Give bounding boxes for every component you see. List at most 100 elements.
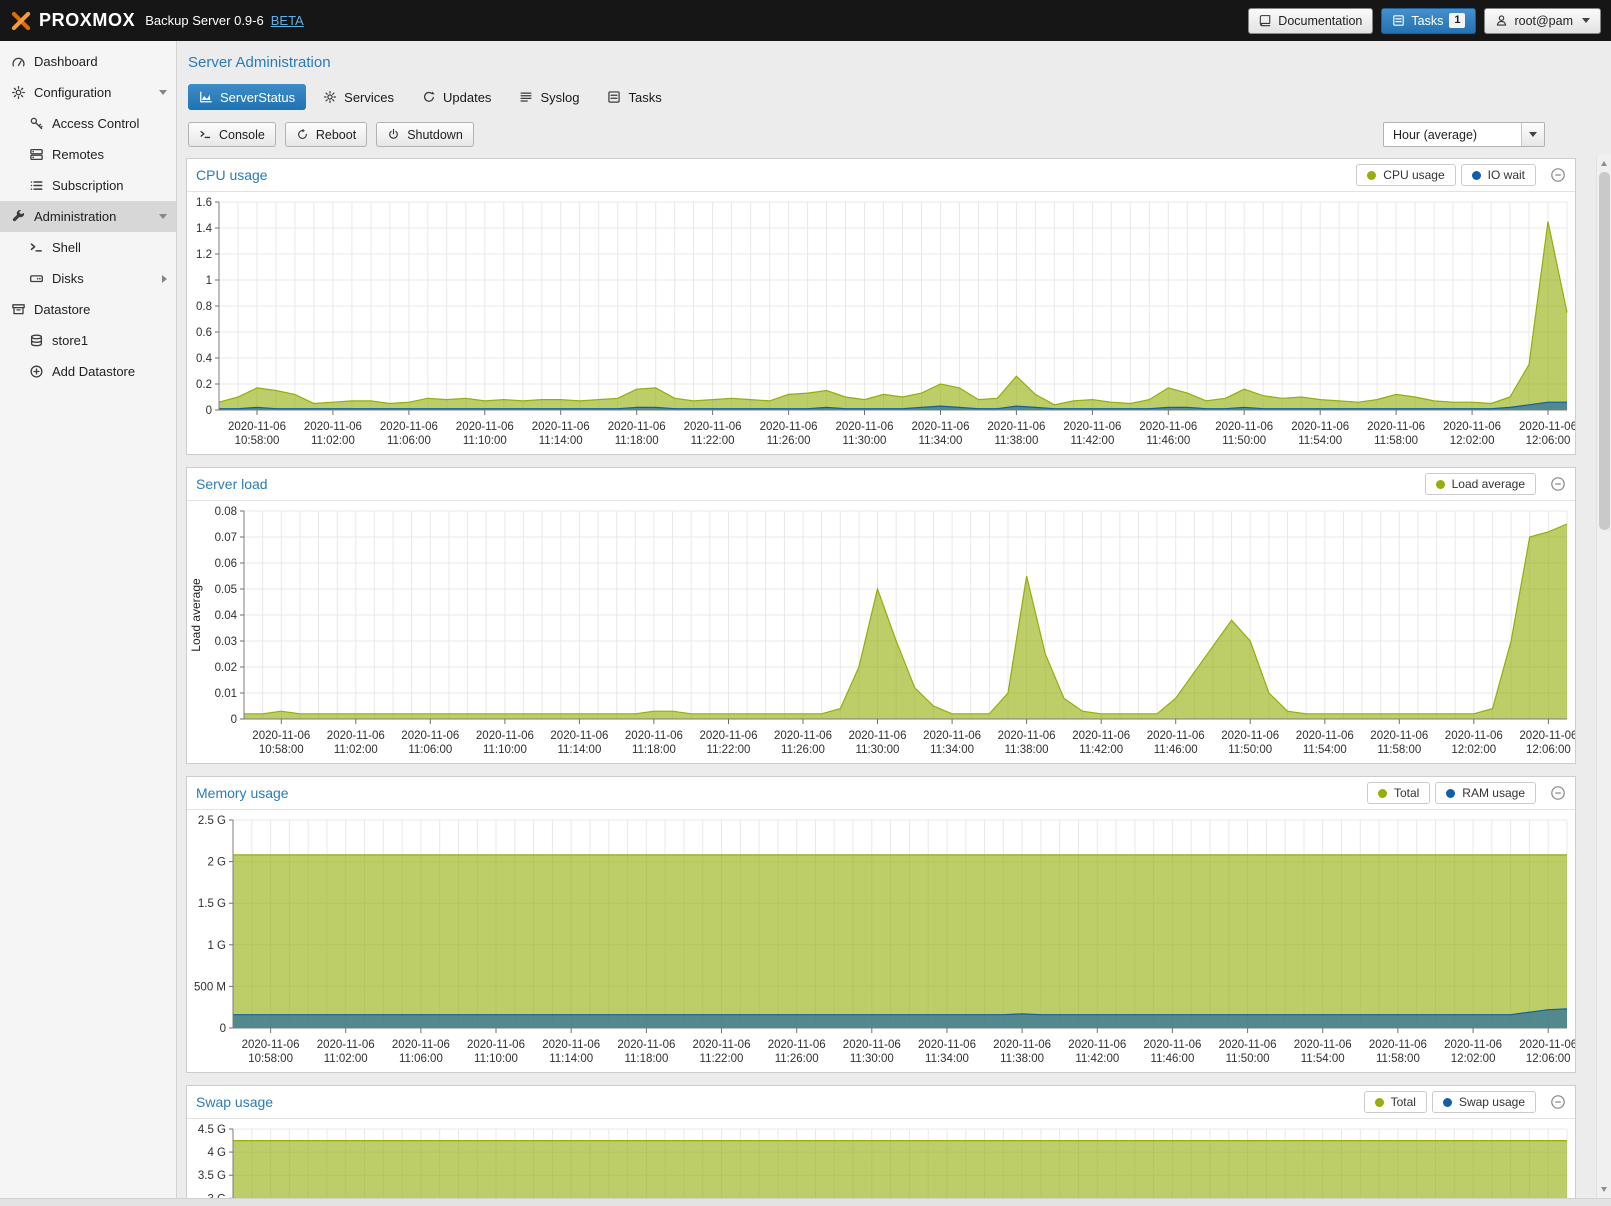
sidebar-item-dashboard[interactable]: Dashboard (0, 46, 176, 77)
time-range-select[interactable]: Hour (average) (1383, 122, 1545, 147)
horizontal-scrollbar[interactable] (0, 1198, 1611, 1206)
sidebar-item-subscription[interactable]: Subscription (0, 170, 176, 201)
select-trigger[interactable] (1521, 123, 1544, 146)
svg-text:2020-11-06: 2020-11-06 (1143, 1039, 1201, 1051)
list-icon (29, 178, 44, 193)
svg-text:12:02:00: 12:02:00 (1451, 744, 1496, 756)
svg-text:2020-11-06: 2020-11-06 (1221, 730, 1279, 742)
svg-text:2020-11-06: 2020-11-06 (774, 730, 832, 742)
svg-text:2020-11-06: 2020-11-06 (1068, 1039, 1126, 1051)
shutdown-button[interactable]: Shutdown (376, 122, 474, 147)
brand-name: PROXMOX (39, 10, 135, 31)
caret-down-icon (1529, 132, 1537, 137)
collapse-icon[interactable] (1550, 1094, 1566, 1110)
svg-text:0.02: 0.02 (215, 662, 237, 674)
svg-text:11:02:00: 11:02:00 (324, 1053, 368, 1065)
svg-text:2020-11-06: 2020-11-06 (304, 421, 362, 433)
svg-text:11:18:00: 11:18:00 (632, 744, 676, 756)
legend-label: IO wait (1488, 168, 1525, 182)
chart-swap: 0500 M1 G1.5 G2 G2.5 G3 G3.5 G4 G4.5 G20… (187, 1119, 1575, 1198)
legend-item-total[interactable]: Total (1364, 1091, 1427, 1113)
legend-item-cpu-usage[interactable]: CPU usage (1356, 164, 1455, 186)
expander-right-icon[interactable] (162, 275, 167, 283)
tab-services[interactable]: Services (312, 84, 405, 110)
sidebar-item-label: Configuration (34, 85, 111, 100)
panel-cpu: CPU usageCPU usageIO wait00.20.40.60.811… (186, 158, 1576, 455)
tasks-icon (1392, 14, 1405, 27)
sidebar-item-datastore[interactable]: Datastore (0, 294, 176, 325)
sidebar-item-label: Access Control (52, 116, 139, 131)
panel-header: CPU usageCPU usageIO wait (187, 159, 1575, 192)
sidebar-item-administration[interactable]: Administration (0, 201, 176, 232)
legend-item-total[interactable]: Total (1367, 782, 1430, 804)
legend-item-io-wait[interactable]: IO wait (1461, 164, 1536, 186)
panel-title: Server load (196, 476, 268, 492)
svg-text:2020-11-06: 2020-11-06 (684, 421, 742, 433)
svg-text:2020-11-06: 2020-11-06 (993, 1039, 1051, 1051)
svg-text:12:02:00: 12:02:00 (1450, 435, 1495, 447)
svg-text:11:50:00: 11:50:00 (1226, 1053, 1270, 1065)
sidebar-item-access-control[interactable]: Access Control (0, 108, 176, 139)
svg-text:2020-11-06: 2020-11-06 (836, 421, 894, 433)
svg-text:11:22:00: 11:22:00 (700, 1053, 744, 1065)
svg-text:12:06:00: 12:06:00 (1526, 744, 1571, 756)
svg-text:2020-11-06: 2020-11-06 (760, 421, 818, 433)
scroll-down-icon[interactable] (1601, 1187, 1607, 1192)
documentation-button[interactable]: Documentation (1248, 8, 1373, 34)
svg-text:2020-11-06: 2020-11-06 (608, 421, 666, 433)
svg-text:2020-11-06: 2020-11-06 (843, 1039, 901, 1051)
plus-icon (29, 364, 44, 379)
sidebar-item-store1[interactable]: store1 (0, 325, 176, 356)
sidebar-item-remotes[interactable]: Remotes (0, 139, 176, 170)
reboot-button[interactable]: Reboot (285, 122, 367, 147)
server-icon (29, 147, 44, 162)
svg-text:0.01: 0.01 (215, 688, 237, 700)
console-button[interactable]: Console (188, 122, 276, 147)
scroll-up-icon[interactable] (1601, 161, 1607, 166)
user-menu-button[interactable]: root@pam (1484, 8, 1601, 34)
tab-tasks[interactable]: Tasks (596, 84, 672, 110)
collapse-icon[interactable] (1550, 785, 1566, 801)
collapse-icon[interactable] (1550, 476, 1566, 492)
legend-item-load-average[interactable]: Load average (1425, 473, 1536, 495)
svg-text:2020-11-06: 2020-11-06 (918, 1039, 976, 1051)
svg-text:11:06:00: 11:06:00 (408, 744, 452, 756)
svg-text:2020-11-06: 2020-11-06 (242, 1039, 300, 1051)
tab-updates[interactable]: Updates (411, 84, 502, 110)
svg-text:11:58:00: 11:58:00 (1377, 744, 1421, 756)
tab-syslog[interactable]: Syslog (508, 84, 590, 110)
sidebar-item-add-datastore[interactable]: Add Datastore (0, 356, 176, 387)
legend-label: Load average (1452, 477, 1525, 491)
page-title: Server Administration (188, 54, 1611, 71)
svg-text:2020-11-06: 2020-11-06 (1519, 730, 1575, 742)
svg-text:11:14:00: 11:14:00 (549, 1053, 593, 1065)
svg-text:2020-11-06: 2020-11-06 (476, 730, 534, 742)
expander-down-icon[interactable] (159, 214, 167, 219)
beta-link[interactable]: BETA (271, 13, 304, 28)
svg-text:0: 0 (231, 714, 237, 726)
svg-text:2020-11-06: 2020-11-06 (768, 1039, 826, 1051)
svg-text:2020-11-06: 2020-11-06 (1219, 1039, 1277, 1051)
svg-text:12:06:00: 12:06:00 (1526, 435, 1571, 447)
chart-load: 00.010.020.030.040.050.060.070.082020-11… (187, 501, 1575, 763)
tasks-button[interactable]: Tasks1 (1381, 8, 1476, 34)
svg-text:11:50:00: 11:50:00 (1228, 744, 1272, 756)
legend-label: CPU usage (1383, 168, 1444, 182)
sidebar-item-disks[interactable]: Disks (0, 263, 176, 294)
sidebar-item-configuration[interactable]: Configuration (0, 77, 176, 108)
svg-text:1: 1 (206, 275, 212, 287)
svg-text:11:30:00: 11:30:00 (843, 435, 887, 447)
sidebar-item-shell[interactable]: Shell (0, 232, 176, 263)
tab-serverstatus[interactable]: ServerStatus (188, 84, 306, 110)
legend-item-swap-usage[interactable]: Swap usage (1432, 1091, 1536, 1113)
svg-text:4.5 G: 4.5 G (198, 1124, 226, 1136)
svg-text:11:22:00: 11:22:00 (691, 435, 735, 447)
legend-item-ram-usage[interactable]: RAM usage (1435, 782, 1536, 804)
svg-text:0: 0 (206, 405, 212, 417)
scrollbar-thumb[interactable] (1599, 172, 1610, 530)
expander-down-icon[interactable] (159, 90, 167, 95)
collapse-icon[interactable] (1550, 167, 1566, 183)
svg-text:1.6: 1.6 (196, 197, 212, 209)
vertical-scrollbar[interactable] (1596, 155, 1611, 1198)
terminal-prompt-icon (199, 128, 212, 141)
